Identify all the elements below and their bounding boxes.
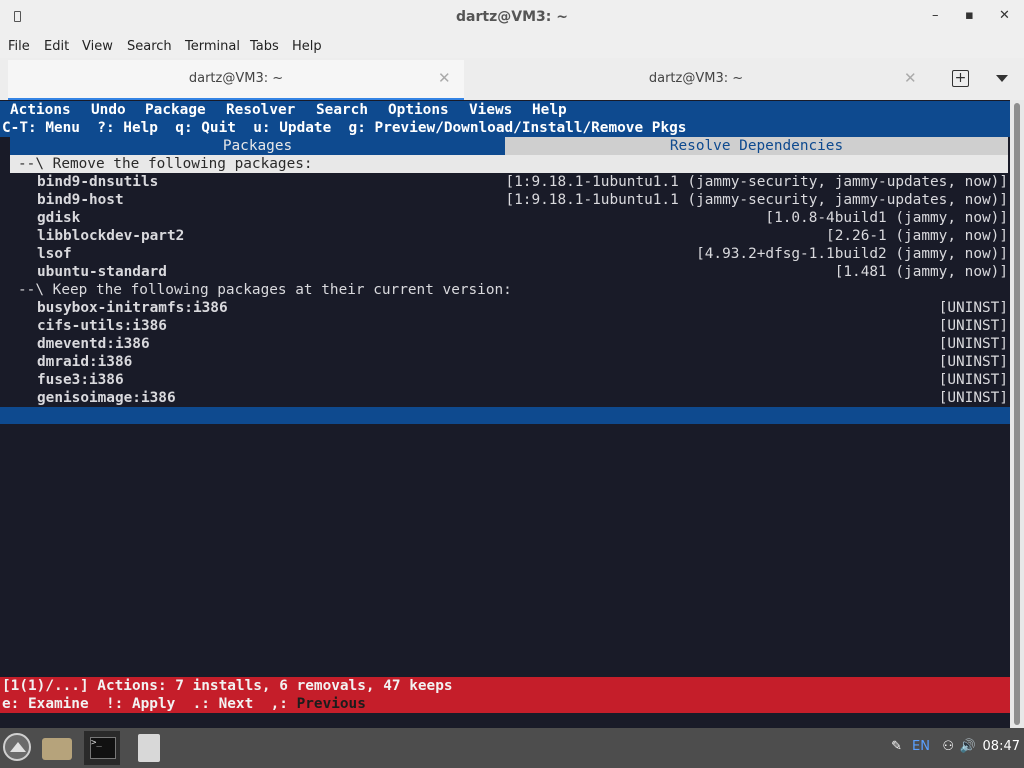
- file-manager-icon[interactable]: [42, 738, 72, 760]
- tab-close-icon[interactable]: ✕: [438, 69, 451, 87]
- aptitude-menubar: Actions Undo Package Resolver Search Opt…: [0, 101, 1010, 119]
- package-version: [UNINST]: [938, 318, 1008, 334]
- package-row[interactable]: busybox-initramfs:i386 [UNINST]: [0, 299, 1010, 317]
- window-titlebar: dartz@VM3: ~ – ▪ ✕: [0, 0, 1024, 36]
- package-version: [1.481 (jammy, now)]: [834, 264, 1008, 280]
- package-row[interactable]: genisoimage:i386 [UNINST]: [0, 389, 1010, 407]
- aptitude-view-tabs: Packages Resolve Dependencies: [0, 137, 1010, 155]
- package-name: dmeventd:i386: [37, 336, 150, 352]
- file-cabinet-icon[interactable]: [138, 734, 160, 762]
- menu-view[interactable]: View: [82, 39, 113, 54]
- aptitude-menu-help[interactable]: Help: [532, 101, 567, 119]
- package-name: dmraid:i386: [37, 354, 133, 370]
- keyboard-settings-icon[interactable]: ✎: [891, 739, 902, 754]
- aptitude-menu-package[interactable]: Package: [145, 101, 206, 119]
- package-version: [1:9.18.1-1ubuntu1.1 (jammy-security, ja…: [505, 174, 1008, 190]
- tab-close-icon[interactable]: ✕: [904, 69, 917, 87]
- package-name: genisoimage:i386: [37, 390, 176, 406]
- package-name: bind9-dnsutils: [37, 174, 159, 190]
- aptitude-key-hints: C-T: Menu ?: Help q: Quit u: Update g: P…: [0, 119, 1012, 137]
- package-row[interactable]: dmraid:i386 [UNINST]: [0, 353, 1010, 371]
- aptitude-menu-resolver[interactable]: Resolver: [226, 101, 295, 119]
- terminal-padding: [0, 720, 1010, 728]
- menu-terminal[interactable]: Terminal: [185, 39, 240, 54]
- status-key-hints: e: Examine !: Apply .: Next ,: Previous: [0, 695, 1012, 713]
- package-version: [1:9.18.1-1ubuntu1.1 (jammy-security, ja…: [505, 192, 1008, 208]
- package-name: bind9-host: [37, 192, 124, 208]
- terminal-menubar: File Edit View Search Terminal Tabs Help: [0, 36, 1024, 58]
- terminal-area[interactable]: Actions Undo Package Resolver Search Opt…: [0, 100, 1012, 720]
- package-row[interactable]: ubuntu-standard [1.481 (jammy, now)]: [0, 263, 1010, 281]
- status-keys: e: Examine !: Apply .: Next ,:: [2, 696, 297, 712]
- package-name: fuse3:i386: [37, 372, 124, 388]
- package-name: gdisk: [37, 210, 81, 226]
- tab-terminal-1[interactable]: dartz@VM3: ~ ✕: [8, 60, 464, 101]
- view-tab-packages[interactable]: Packages: [10, 137, 505, 155]
- status-previous: Previous: [296, 696, 366, 712]
- section-header-label: --\ Remove the following packages:: [18, 156, 313, 172]
- aptitude-menu-options[interactable]: Options: [388, 101, 449, 119]
- package-version: [2.26-1 (jammy, now)]: [826, 228, 1008, 244]
- remove-section-header[interactable]: --\ Remove the following packages:: [10, 155, 1008, 173]
- maximize-button[interactable]: ▪: [965, 8, 974, 23]
- tab-label: dartz@VM3: ~: [188, 71, 284, 86]
- app-menu-icon[interactable]: [3, 733, 31, 761]
- package-version: [UNINST]: [938, 300, 1008, 316]
- package-name: cifs-utils:i386: [37, 318, 167, 334]
- package-row[interactable]: lsof [4.93.2+dfsg-1.1build2 (jammy, now)…: [0, 245, 1010, 263]
- network-icon[interactable]: ⚇: [942, 739, 954, 754]
- menu-file[interactable]: File: [8, 39, 30, 54]
- package-version: [UNINST]: [938, 390, 1008, 406]
- taskbar: >_ ✎ EN ⚇ 🔊 08:47: [0, 728, 1024, 768]
- package-version: [4.93.2+dfsg-1.1build2 (jammy, now)]: [696, 246, 1008, 262]
- scrollbar-thumb[interactable]: [1014, 103, 1020, 725]
- package-row[interactable]: dmeventd:i386 [UNINST]: [0, 335, 1010, 353]
- aptitude-menu-undo[interactable]: Undo: [91, 101, 126, 119]
- package-version: [UNINST]: [938, 354, 1008, 370]
- new-tab-icon[interactable]: +: [952, 70, 969, 87]
- package-name: libblockdev-part2: [37, 228, 185, 244]
- section-header-label: --\ Keep the following packages at their…: [18, 282, 512, 298]
- package-version: [UNINST]: [938, 336, 1008, 352]
- tab-terminal-2[interactable]: dartz@VM3: ~ ✕: [466, 60, 926, 98]
- view-tab-resolve-dependencies[interactable]: Resolve Dependencies: [505, 137, 1008, 155]
- tab-list-chevron-icon[interactable]: [996, 75, 1008, 82]
- package-row[interactable]: bind9-dnsutils [1:9.18.1-1ubuntu1.1 (jam…: [0, 173, 1010, 191]
- menu-tabs[interactable]: Tabs: [250, 39, 279, 54]
- package-version: [1.0.8-4build1 (jammy, now)]: [765, 210, 1008, 226]
- package-row[interactable]: gdisk [1.0.8-4build1 (jammy, now)]: [0, 209, 1010, 227]
- menu-search[interactable]: Search: [127, 39, 172, 54]
- package-name: busybox-initramfs:i386: [37, 300, 228, 316]
- window-title: dartz@VM3: ~: [456, 9, 568, 25]
- package-row[interactable]: fuse3:i386 [UNINST]: [0, 371, 1010, 389]
- package-name: ubuntu-standard: [37, 264, 167, 280]
- menu-edit[interactable]: Edit: [44, 39, 69, 54]
- selected-row-cursor[interactable]: [0, 407, 1010, 424]
- menu-help[interactable]: Help: [292, 39, 322, 54]
- volume-icon[interactable]: 🔊: [960, 739, 976, 754]
- keep-section-header[interactable]: --\ Keep the following packages at their…: [0, 281, 1010, 299]
- tab-label: dartz@VM3: ~: [648, 71, 744, 86]
- language-indicator[interactable]: EN: [912, 739, 930, 754]
- aptitude-menu-views[interactable]: Views: [469, 101, 512, 119]
- aptitude-menu-search[interactable]: Search: [316, 101, 368, 119]
- clock[interactable]: 08:47: [983, 739, 1020, 754]
- package-name: lsof: [37, 246, 72, 262]
- package-row[interactable]: bind9-host [1:9.18.1-1ubuntu1.1 (jammy-s…: [0, 191, 1010, 209]
- terminal-scrollbar[interactable]: [1010, 100, 1024, 728]
- tab-bar: dartz@VM3: ~ ✕ dartz@VM3: ~ ✕ +: [0, 58, 1024, 101]
- package-row[interactable]: cifs-utils:i386 [UNINST]: [0, 317, 1010, 335]
- aptitude-menu-actions[interactable]: Actions: [10, 101, 71, 119]
- terminal-app-icon[interactable]: >_: [84, 731, 120, 765]
- package-version: [UNINST]: [938, 372, 1008, 388]
- minimize-button[interactable]: –: [932, 8, 939, 23]
- package-row[interactable]: libblockdev-part2 [2.26-1 (jammy, now)]: [0, 227, 1010, 245]
- status-line: [1(1)/...] Actions: 7 installs, 6 remova…: [0, 677, 1012, 695]
- close-button[interactable]: ✕: [999, 8, 1010, 23]
